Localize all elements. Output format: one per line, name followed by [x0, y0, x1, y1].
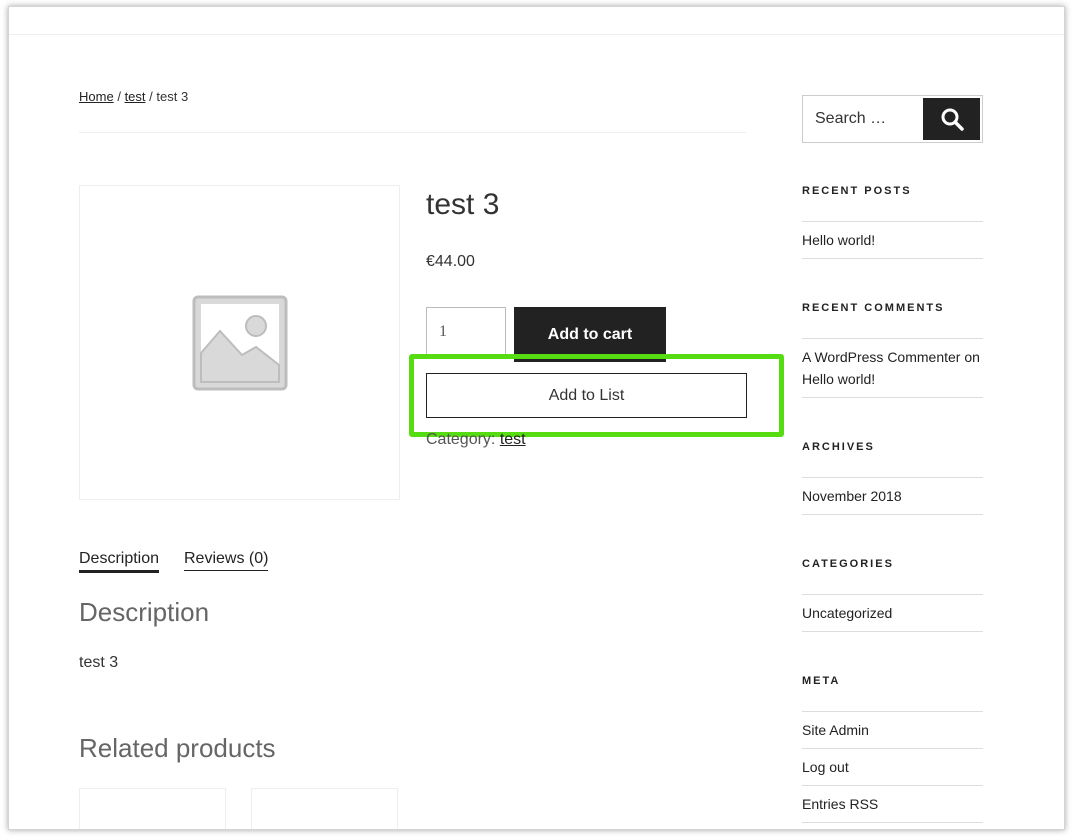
widget-title-meta: META — [802, 675, 841, 687]
widget-title-categories: CATEGORIES — [802, 558, 894, 570]
related-product-card[interactable] — [251, 788, 398, 829]
category-label: Category: — [426, 431, 496, 448]
search-icon — [941, 108, 964, 131]
divider — [802, 514, 983, 515]
divider — [802, 594, 983, 595]
add-to-list-button[interactable]: Add to List — [426, 373, 747, 418]
divider — [802, 785, 983, 786]
divider — [802, 221, 983, 222]
product-image[interactable] — [79, 185, 400, 500]
breadcrumb: Home / test / test 3 — [79, 89, 188, 104]
browser-frame: Home / test / test 3 test 3 €44.00 1 Add… — [8, 6, 1065, 830]
breadcrumb-separator: / — [149, 89, 153, 104]
breadcrumb-separator: / — [117, 89, 121, 104]
divider — [79, 132, 746, 133]
divider — [802, 338, 983, 339]
recent-post-link[interactable]: Hello world! — [802, 229, 983, 251]
related-product-card[interactable] — [79, 788, 226, 829]
add-to-cart-button[interactable]: Add to cart — [514, 307, 666, 362]
divider — [802, 258, 983, 259]
top-bar — [9, 7, 1064, 35]
breadcrumb-category-link[interactable]: test — [125, 89, 146, 104]
image-placeholder-icon — [192, 295, 287, 390]
description-heading: Description — [79, 597, 210, 627]
divider — [802, 397, 983, 398]
tab-description[interactable]: Description — [79, 550, 160, 573]
search-button[interactable] — [923, 98, 980, 140]
meta-entries-rss-link[interactable]: Entries RSS — [802, 793, 983, 815]
recent-comment-item[interactable]: A WordPress Commenter on Hello world! — [802, 346, 983, 390]
tab-reviews[interactable]: Reviews (0) — [184, 550, 269, 571]
quantity-input[interactable]: 1 — [426, 307, 506, 357]
product-price: €44.00 — [426, 253, 475, 270]
meta-site-admin-link[interactable]: Site Admin — [802, 719, 983, 741]
widget-title-recent-posts: RECENT POSTS — [802, 185, 912, 197]
category-link[interactable]: test — [500, 431, 526, 448]
category-link[interactable]: Uncategorized — [802, 602, 983, 624]
meta-log-out-link[interactable]: Log out — [802, 756, 983, 778]
search-input[interactable]: Search … — [815, 96, 915, 142]
divider — [802, 822, 983, 823]
breadcrumb-home-link[interactable]: Home — [79, 89, 114, 104]
breadcrumb-current: test 3 — [156, 89, 189, 104]
widget-title-archives: ARCHIVES — [802, 441, 875, 453]
archive-link[interactable]: November 2018 — [802, 485, 983, 507]
divider — [802, 631, 983, 632]
search-form: Search … — [802, 95, 983, 143]
related-products-heading: Related products — [79, 733, 276, 763]
product-category: Category: test — [426, 431, 526, 449]
product-title: test 3 — [426, 188, 500, 221]
widget-title-recent-comments: RECENT COMMENTS — [802, 302, 945, 314]
description-text: test 3 — [79, 654, 119, 671]
divider — [802, 748, 983, 749]
divider — [802, 711, 983, 712]
divider — [802, 477, 983, 478]
